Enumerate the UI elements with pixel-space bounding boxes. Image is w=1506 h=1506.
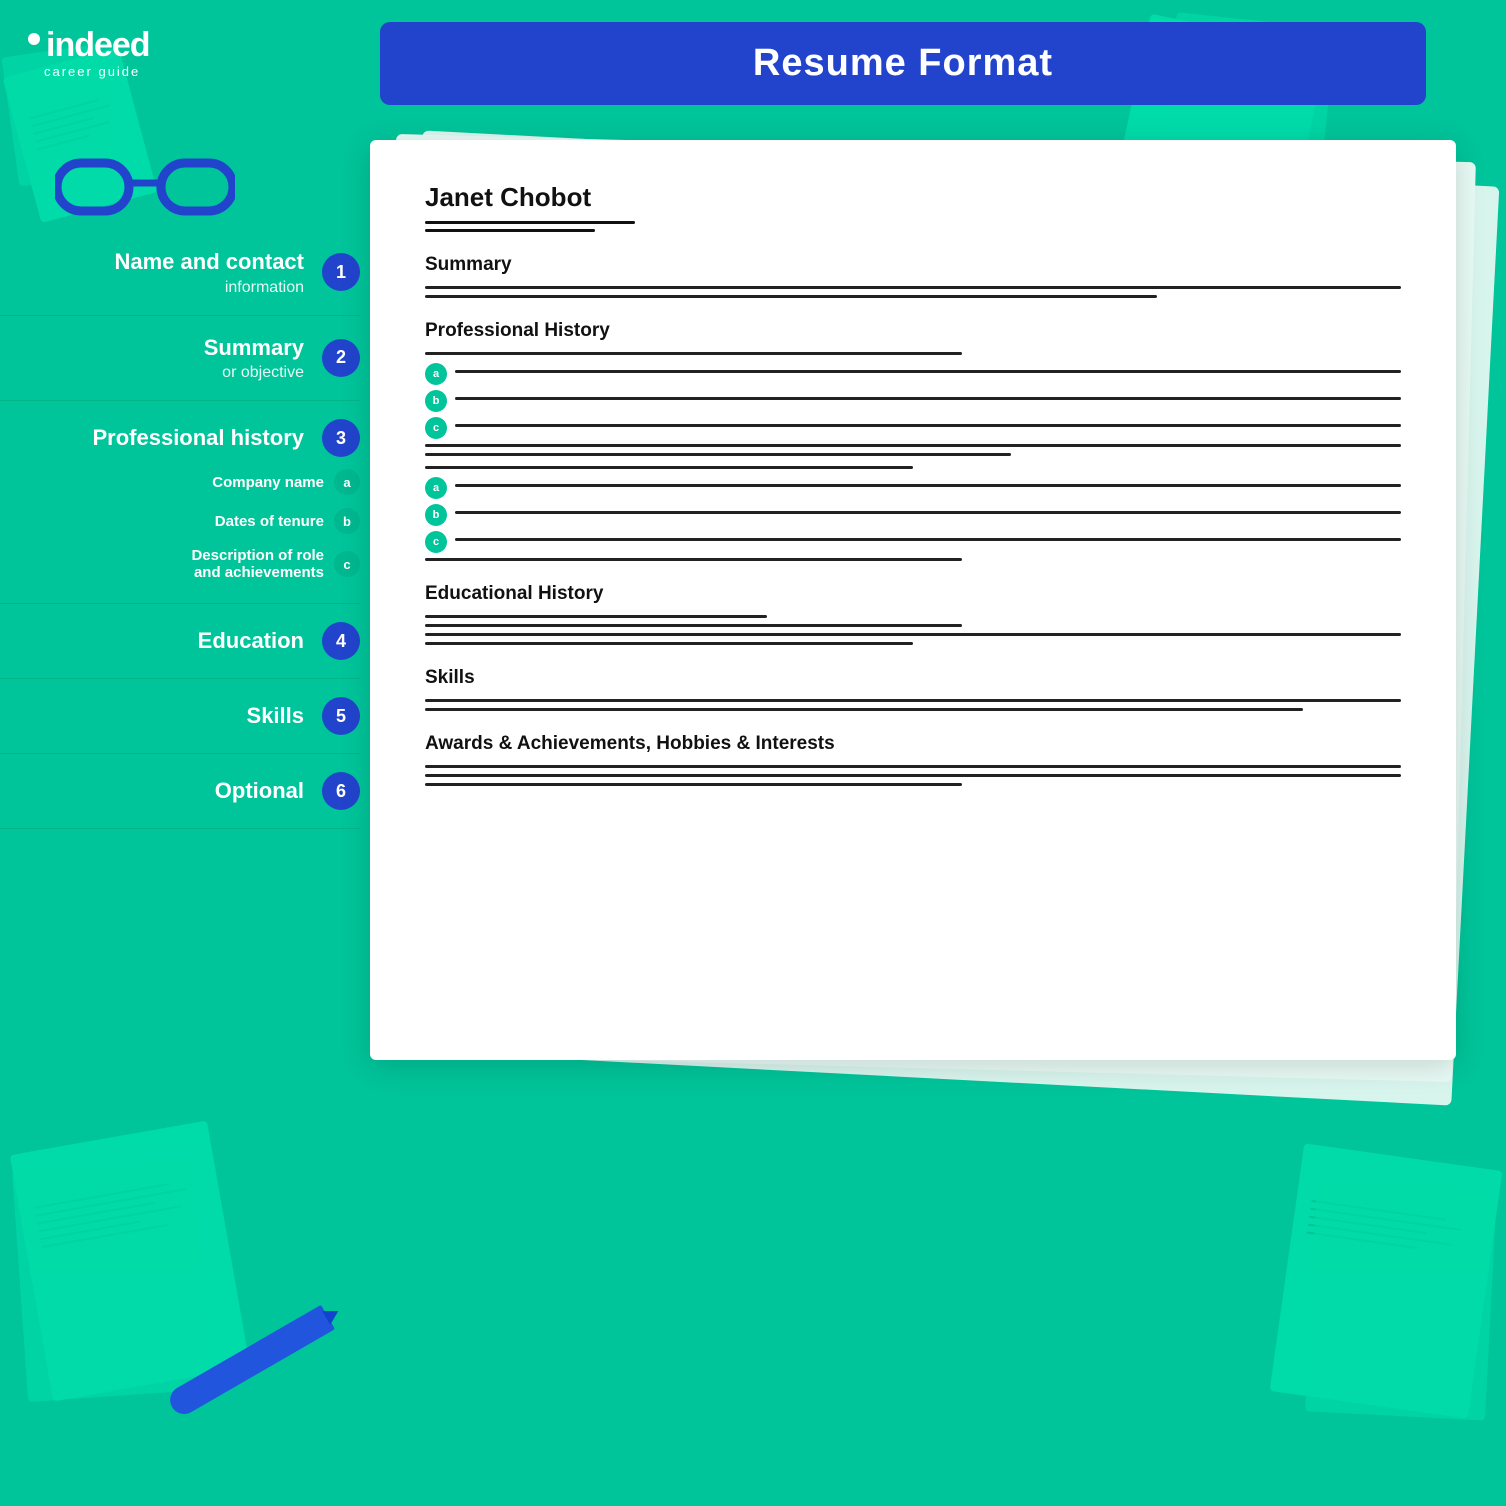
resume-section-summary-title: Summary (425, 254, 1401, 276)
resume-skills-line-2 (425, 708, 1303, 711)
resume-section-education-title: Educational History (425, 583, 1401, 605)
sidebar-subitem-company-name: Company name a (212, 465, 360, 499)
resume-awards-line-1 (425, 765, 1401, 768)
sidebar-item-optional-label: Optional (215, 777, 304, 806)
sidebar-item-education-label: Education (198, 627, 304, 656)
sidebar-item-skills-label: Skills (247, 702, 304, 731)
resume-name: Janet Chobot (425, 182, 1401, 213)
sidebar-item-summary: Summary or objective 2 (0, 316, 360, 402)
sidebar-item-skills-text: Skills (247, 702, 304, 731)
resume-job2-bullet-c: c (425, 531, 1401, 553)
resume-job1-bullet-a: a (425, 363, 1401, 385)
resume-job1-bullet-b: b (425, 390, 1401, 412)
resume-job1-title-line (425, 352, 962, 355)
resume-edu-line-4 (425, 642, 913, 645)
indeed-tagline: career guide (44, 64, 140, 79)
sidebar-item-summary-label: Summary (204, 334, 304, 363)
indeed-dot-icon (28, 33, 40, 45)
page-title: Resume Format (410, 42, 1396, 85)
sidebar-badge-2: 2 (322, 339, 360, 377)
resume-job1-bullet-c: c (425, 417, 1401, 439)
resume-job1-bullet-c-line (455, 424, 1401, 427)
sidebar-item-skills: Skills 5 (0, 679, 360, 754)
resume-job2-title-line (425, 466, 913, 469)
sidebar-subitem-dates-tenure: Dates of tenure b (215, 504, 360, 538)
resume-stack: Janet Chobot Summary Professional Histor… (370, 140, 1456, 1060)
sidebar-item-summary-sublabel: or objective (204, 364, 304, 382)
sidebar-item-name-contact: Name and contact information 1 (0, 230, 360, 316)
resume-section-professional-title: Professional History (425, 320, 1401, 342)
resume-job2-bullet-a-line (455, 484, 1401, 487)
sidebar-item-optional-text: Optional (215, 777, 304, 806)
resume-edu-line-2 (425, 624, 962, 627)
resume-job2-bullet-c-line (455, 538, 1401, 541)
sidebar-subitem-badge-b1: b (334, 508, 360, 534)
resume-job1-desc-line-1 (425, 444, 1401, 447)
sidebar-subitem-badge-c1: c (334, 551, 360, 577)
bullet-a-icon: a (425, 363, 447, 385)
resume-summary-line-2 (425, 295, 1157, 298)
sidebar-badge-4: 4 (322, 622, 360, 660)
bullet-c2-icon: c (425, 531, 447, 553)
sidebar: Name and contact information 1 Summary o… (0, 230, 360, 829)
bullet-a2-icon: a (425, 477, 447, 499)
resume-job1-bullet-a-line (455, 370, 1401, 373)
resume-edu-line-1 (425, 615, 767, 618)
resume-section-skills-title: Skills (425, 667, 1401, 689)
resume-name-line-2 (425, 229, 595, 232)
deco-paper-bottom-right-2 (1305, 1181, 1497, 1420)
sidebar-subitem-dates-tenure-label: Dates of tenure (215, 513, 324, 530)
resume-awards-line-3 (425, 783, 962, 786)
sidebar-badge-5: 5 (322, 697, 360, 735)
sidebar-item-education: Education 4 (0, 604, 360, 679)
sidebar-item-professional-history-label: Professional history (92, 424, 304, 453)
sidebar-badge-6: 6 (322, 772, 360, 810)
sidebar-subitem-description-role-label: Description of role and achievements (191, 547, 324, 581)
sidebar-item-name-contact-text: Name and contact information (115, 248, 305, 297)
glasses-icon (55, 145, 235, 220)
title-banner: Resume Format (380, 22, 1426, 105)
resume-job1-desc-line-2 (425, 453, 1011, 456)
sidebar-subitem-description-role: Description of role and achievements c (191, 543, 360, 585)
resume-paper-main: Janet Chobot Summary Professional Histor… (370, 140, 1456, 1060)
resume-job2-desc-line (425, 558, 962, 561)
resume-summary-line-1 (425, 286, 1401, 289)
resume-skills-line-1 (425, 699, 1401, 702)
resume-job1-bullet-b-line (455, 397, 1401, 400)
sidebar-item-professional-history-top: Professional history 3 (0, 419, 360, 457)
resume-edu-line-3 (425, 633, 1401, 636)
sidebar-badge-1: 1 (322, 253, 360, 291)
bullet-c-icon: c (425, 417, 447, 439)
resume-awards-line-2 (425, 774, 1401, 777)
sidebar-item-name-contact-sublabel: information (115, 279, 305, 297)
bullet-b-icon: b (425, 390, 447, 412)
sidebar-item-summary-text: Summary or objective (204, 334, 304, 383)
sidebar-item-name-contact-label: Name and contact (115, 248, 305, 277)
indeed-brand-text: indeed (46, 28, 150, 62)
indeed-logo: indeed career guide (28, 28, 150, 79)
sidebar-professional-history-subitems: Company name a Dates of tenure b Descrip… (0, 465, 360, 585)
sidebar-badge-3: 3 (322, 419, 360, 457)
resume-job2-bullet-b: b (425, 504, 1401, 526)
sidebar-item-optional: Optional 6 (0, 754, 360, 829)
deco-paper-bottom-left-2 (12, 1160, 208, 1402)
resume-name-line-1 (425, 221, 635, 224)
sidebar-subitem-company-name-label: Company name (212, 474, 324, 491)
resume-job2-bullet-a: a (425, 477, 1401, 499)
resume-section-awards-title: Awards & Achievements, Hobbies & Interes… (425, 733, 1401, 755)
resume-job2-bullet-b-line (455, 511, 1401, 514)
bullet-b2-icon: b (425, 504, 447, 526)
sidebar-item-education-text: Education (198, 627, 304, 656)
sidebar-subitem-badge-a1: a (334, 469, 360, 495)
sidebar-item-professional-history: Professional history 3 Company name a Da… (0, 401, 360, 604)
